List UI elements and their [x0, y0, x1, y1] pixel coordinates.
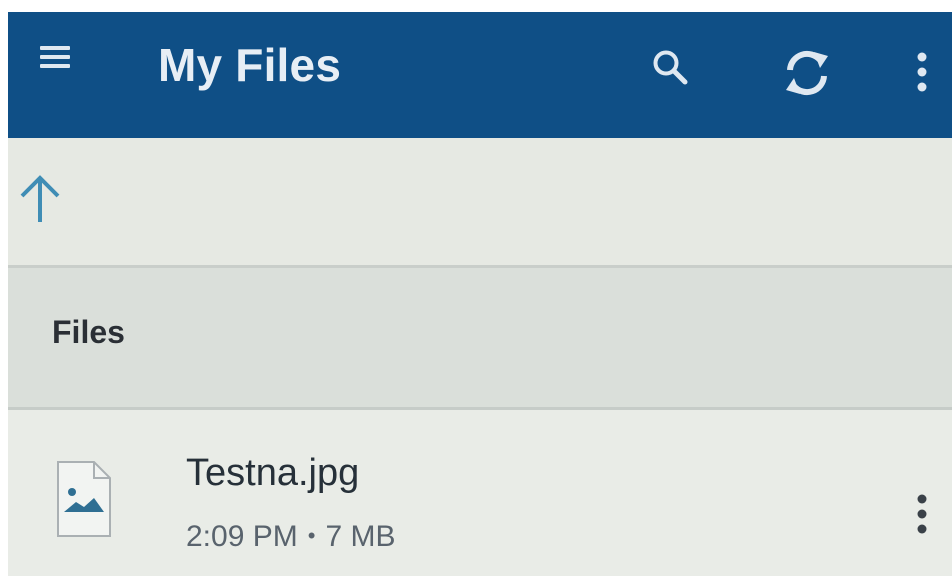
- app-bar: My Files: [8, 12, 952, 138]
- section-title: Files: [52, 314, 125, 350]
- section-header: Files: [8, 268, 952, 408]
- app-screen: My Files Files Testna.jpg 2:09 PM • 7 MB: [8, 12, 952, 576]
- sync-icon[interactable]: [776, 44, 838, 102]
- menu-icon[interactable]: [40, 42, 70, 72]
- list-item[interactable]: Testna.jpg 2:09 PM • 7 MB: [8, 410, 952, 576]
- image-file-icon: [54, 460, 114, 538]
- file-meta: 2:09 PM • 7 MB: [186, 520, 395, 554]
- more-vert-icon[interactable]: [908, 492, 936, 540]
- more-vert-icon[interactable]: [910, 50, 934, 98]
- app-title: My Files: [158, 39, 342, 91]
- meta-separator: •: [307, 523, 316, 548]
- navigation-row: [8, 138, 952, 266]
- arrow-up-icon[interactable]: [18, 172, 62, 224]
- search-icon[interactable]: [650, 47, 692, 89]
- file-size: 7 MB: [325, 520, 396, 553]
- menu-line: [40, 64, 70, 68]
- menu-line: [40, 46, 70, 50]
- file-name: Testna.jpg: [186, 452, 360, 494]
- file-time: 2:09 PM: [186, 520, 298, 553]
- menu-line: [40, 55, 70, 59]
